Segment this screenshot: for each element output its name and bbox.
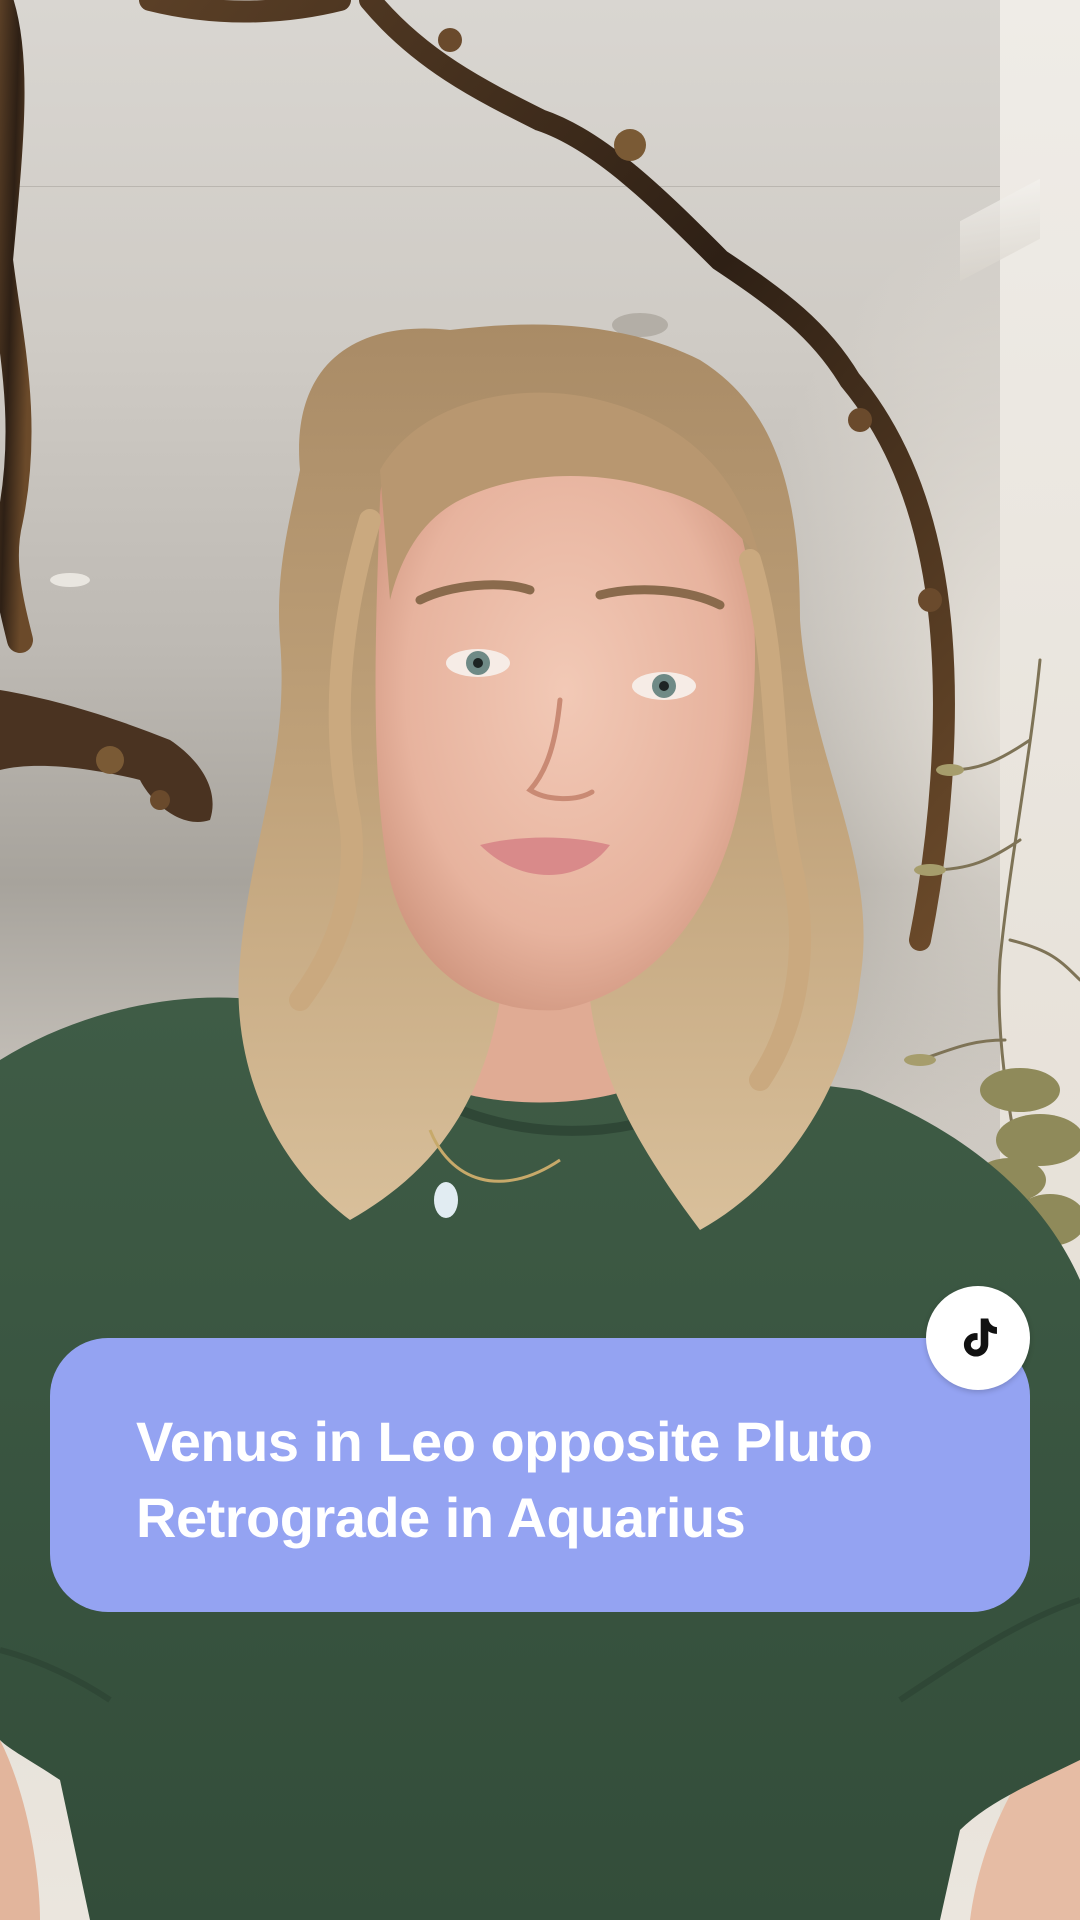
caption-line-2: Retrograde in Aquarius	[136, 1486, 746, 1549]
video-frame[interactable]: Venus in Leo opposite Pluto Retrograde i…	[0, 0, 1080, 1920]
caption-card: Venus in Leo opposite Pluto Retrograde i…	[50, 1338, 1030, 1612]
tiktok-badge-button[interactable]	[926, 1286, 1030, 1390]
tiktok-logo-icon	[963, 1318, 997, 1357]
caption-line-1: Venus in Leo opposite Pluto	[136, 1410, 873, 1473]
left-arm	[0, 1740, 40, 1920]
person-subject	[0, 324, 1080, 1920]
